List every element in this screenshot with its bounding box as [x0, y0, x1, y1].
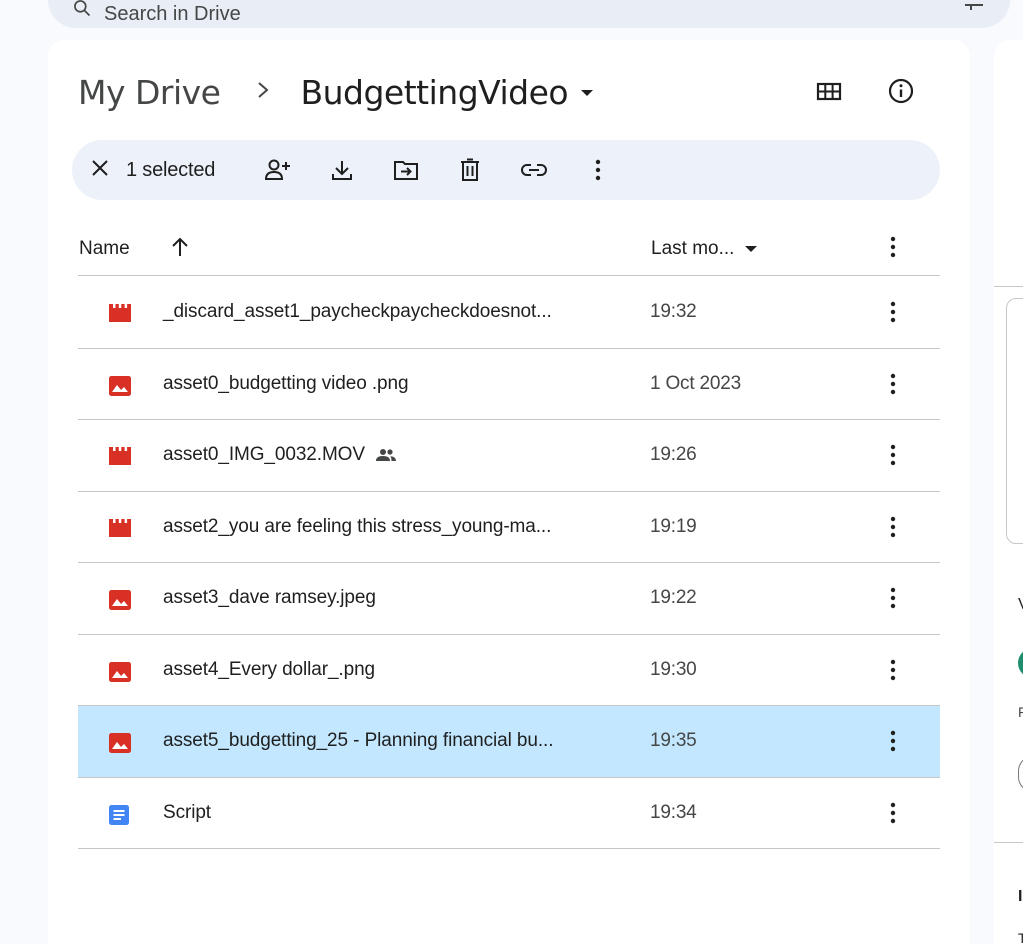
table-row[interactable]: asset0_IMG_0032.MOV 19:26 [78, 420, 940, 492]
column-options-icon[interactable] [890, 236, 896, 263]
file-name-text: asset2_you are feeling this stress_young… [163, 515, 552, 537]
panel-divider [994, 286, 1023, 287]
panel-divider [994, 842, 1023, 843]
file-name[interactable]: asset0_budgetting video .png [163, 372, 409, 395]
column-header-last-modified[interactable]: Last mo... [651, 238, 758, 260]
more-actions-icon[interactable] [581, 153, 615, 187]
file-list-panel: My Drive BudgettingVideo 1 selected Name… [48, 40, 970, 944]
selection-count: 1 selected [126, 158, 216, 181]
table-row[interactable]: asset2_you are feeling this stress_young… [78, 492, 940, 563]
breadcrumb-current-folder[interactable]: BudgettingVideo [300, 73, 568, 112]
clear-selection-icon[interactable] [90, 158, 110, 183]
avatar[interactable] [1018, 648, 1023, 678]
file-name[interactable]: asset2_you are feeling this stress_young… [163, 516, 551, 538]
file-name-text: Script [163, 801, 211, 823]
table-row[interactable]: asset4_Every dollar_.png 19:30 [78, 635, 940, 706]
more-actions-icon[interactable] [890, 301, 896, 328]
panel-text-fragment: F [1018, 704, 1023, 720]
image-file-icon [108, 375, 132, 402]
file-name-text: asset0_IMG_0032.MOV [163, 444, 365, 466]
image-file-icon [108, 732, 132, 759]
search-options-icon[interactable] [962, 2, 986, 31]
table-row[interactable]: asset0_budgetting video .png 1 Oct 2023 [78, 349, 940, 420]
video-file-icon [108, 446, 132, 471]
column-header-last-modified-label: Last mo... [651, 238, 735, 259]
panel-text-fragment: T [1018, 930, 1023, 944]
file-name[interactable]: asset0_IMG_0032.MOV [163, 444, 397, 466]
delete-icon[interactable] [453, 153, 487, 187]
file-modified-date: 19:35 [650, 730, 697, 752]
file-modified-date: 19:30 [650, 658, 697, 680]
search-bar[interactable]: Search in Drive [48, 0, 1010, 28]
panel-button-fragment[interactable] [1018, 756, 1023, 792]
file-name-text: _discard_asset1_paycheckpaycheckdoesnot.… [163, 301, 552, 323]
table-row[interactable]: _discard_asset1_paycheckpaycheckdoesnot.… [78, 277, 940, 349]
file-list: _discard_asset1_paycheckpaycheckdoesnot.… [78, 277, 940, 849]
panel-heading-fragment: V [1018, 596, 1023, 614]
shared-people-icon [375, 449, 396, 462]
more-actions-icon[interactable] [890, 516, 896, 543]
file-name[interactable]: Script [163, 802, 211, 824]
image-file-icon [108, 661, 132, 688]
video-file-icon [108, 303, 132, 328]
search-icon[interactable] [72, 0, 92, 23]
selection-toolbar: 1 selected [72, 140, 940, 200]
search-input[interactable]: Search in Drive [104, 4, 241, 24]
file-name-text: asset0_budgetting video .png [163, 372, 409, 394]
file-modified-date: 19:26 [650, 444, 697, 466]
download-icon[interactable] [325, 153, 359, 187]
video-file-icon [108, 518, 132, 543]
breadcrumb: My Drive BudgettingVideo [78, 72, 594, 112]
more-actions-icon[interactable] [890, 444, 896, 471]
file-name-text: asset3_dave ramsey.jpeg [163, 587, 376, 609]
file-modified-date: 19:19 [650, 515, 697, 537]
file-name-text: asset4_Every dollar_.png [163, 658, 376, 680]
grid-view-icon[interactable] [816, 78, 842, 109]
share-icon[interactable] [261, 153, 295, 187]
table-header: Name Last mo... [78, 226, 940, 276]
more-actions-icon[interactable] [890, 659, 896, 686]
panel-heading-fragment: I [1018, 888, 1023, 905]
file-modified-date: 1 Oct 2023 [650, 372, 741, 394]
info-icon[interactable] [888, 78, 914, 109]
breadcrumb-separator [256, 77, 270, 108]
breadcrumb-my-drive[interactable]: My Drive [78, 73, 221, 112]
file-name-text: asset5_budgetting_25 - Planning financia… [163, 730, 554, 752]
file-name[interactable]: asset5_budgetting_25 - Planning financia… [163, 730, 553, 752]
image-file-icon [108, 589, 132, 616]
file-modified-date: 19:22 [650, 587, 697, 609]
google-doc-icon [108, 804, 130, 831]
sort-ascending-arrow-icon[interactable] [170, 236, 190, 263]
column-header-name[interactable]: Name [79, 238, 130, 260]
table-row[interactable]: asset5_budgetting_25 - Planning financia… [78, 706, 940, 778]
more-actions-icon[interactable] [890, 373, 896, 400]
sort-dropdown-caret-icon [745, 246, 758, 252]
copy-link-icon[interactable] [517, 153, 551, 187]
more-actions-icon[interactable] [890, 802, 896, 829]
move-to-folder-icon[interactable] [389, 153, 423, 187]
table-row[interactable]: asset3_dave ramsey.jpeg 19:22 [78, 563, 940, 635]
details-side-panel: V F I T [994, 40, 1023, 944]
more-actions-icon[interactable] [890, 587, 896, 614]
file-name[interactable]: asset3_dave ramsey.jpeg [163, 587, 376, 609]
more-actions-icon[interactable] [890, 730, 896, 757]
file-modified-date: 19:32 [650, 301, 697, 323]
folder-menu-caret-icon[interactable] [580, 85, 594, 103]
file-modified-date: 19:34 [650, 801, 697, 823]
file-name[interactable]: asset4_Every dollar_.png [163, 659, 375, 681]
file-name[interactable]: _discard_asset1_paycheckpaycheckdoesnot.… [163, 301, 552, 323]
table-row[interactable]: Script 19:34 [78, 778, 940, 849]
preview-box [1006, 298, 1023, 544]
